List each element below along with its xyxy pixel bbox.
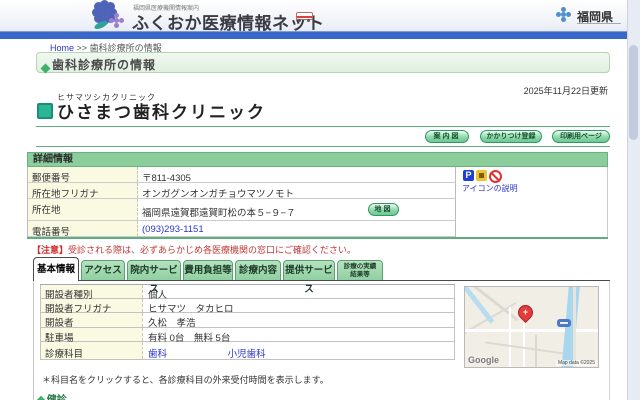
- header-blue-bar: [0, 31, 640, 39]
- print-page-button[interactable]: 印刷用ページ: [552, 130, 610, 143]
- phone-link[interactable]: (093)293-1151: [142, 224, 204, 235]
- row-label: 開設者種別: [41, 285, 143, 301]
- clinic-name: ひさまつ歯科クリニック: [57, 103, 266, 122]
- accessibility-icon: [476, 170, 487, 181]
- map-attribution: Map data ©2025: [555, 360, 597, 366]
- section-diamond-icon: [40, 59, 51, 77]
- site-logo-flower-icon: [93, 8, 119, 31]
- dept-link-dental[interactable]: 歯科: [148, 349, 167, 360]
- tab-provided-services[interactable]: 提供サービス: [283, 260, 335, 295]
- row-label: 所在地: [28, 199, 138, 220]
- row-label: 所在地フリガナ: [28, 183, 138, 200]
- table-row: 診療科目 歯科 小児歯科: [40, 342, 455, 360]
- map-route-badge: [557, 319, 571, 327]
- table-row: 開設者 久松 孝浩: [40, 313, 455, 329]
- map-marker-icon[interactable]: +: [514, 301, 537, 324]
- page: 福岡県医療機関情報案内 ふくおか医療情報ネット 福岡県 Home >> 歯科診療…: [0, 0, 640, 400]
- row-label: 駐車場: [41, 328, 143, 344]
- facility-icons-zone: P アイコンの説明: [455, 167, 608, 237]
- row-value: 〒811-4305: [142, 173, 191, 184]
- basic-info-table: 開設者種別 個人 開設者フリガナ ヒサマツ タカヒロ 開設者 久松 孝浩 駐車場…: [40, 284, 455, 360]
- fukuoka-pref-logo[interactable]: 福岡県: [557, 6, 627, 28]
- divider-line: [36, 146, 610, 147]
- table-row: 郵便番号 〒811-4305: [27, 167, 455, 184]
- table-bottom-border: [27, 237, 608, 239]
- map-road: [573, 287, 576, 367]
- tab-costs[interactable]: 費用負担等: [183, 260, 233, 280]
- tab-access[interactable]: アクセス: [81, 260, 125, 280]
- map-river: [560, 287, 581, 367]
- table-row: 所在地フリガナ オンガグンオンガチョウマツノモト: [27, 183, 455, 200]
- map-button[interactable]: 地図: [368, 203, 399, 216]
- icon-help-link[interactable]: アイコンの説明: [462, 183, 518, 194]
- clinic-square-icon: [37, 103, 53, 119]
- next-section-header: 健診: [36, 391, 67, 400]
- table-row: 開設者種別 個人: [40, 285, 455, 301]
- scrollbar-thumb[interactable]: [629, 45, 638, 140]
- pref-subtext: [577, 23, 621, 24]
- tab-treatment[interactable]: 診療内容: [235, 260, 281, 280]
- divider-line: [36, 126, 610, 127]
- parking-icon: P: [463, 170, 474, 181]
- map-panel[interactable]: + Google Map data ©2025: [464, 286, 599, 368]
- map-road: [509, 307, 511, 367]
- notice-prefix: 【注意】: [32, 245, 69, 255]
- map-road: [485, 341, 565, 355]
- kakaritsuke-register-button[interactable]: かかりつけ登録: [480, 130, 542, 143]
- department-note: ＊科目名をクリックすると、各診療科目の外来受付時間を表示します。: [42, 375, 329, 385]
- row-value: 久松 孝浩: [148, 318, 196, 329]
- page-section-title: 歯科診療所の情報: [52, 58, 157, 72]
- google-logo[interactable]: Google: [468, 355, 499, 365]
- notice-body: 受診される際は、必ずあらかじめ各医療機関の窓口にご確認ください。: [68, 245, 356, 255]
- tab-results[interactable]: 診療の実績 結果等: [337, 260, 383, 280]
- table-row: 開設者フリガナ ヒサマツ タカヒロ: [40, 299, 455, 315]
- map-road: [535, 335, 537, 367]
- site-header: 福岡県医療機関情報案内 ふくおか医療情報ネット 福岡県: [0, 0, 640, 33]
- pref-flower-icon: [561, 12, 566, 17]
- row-label: 郵便番号: [28, 167, 138, 184]
- table-row: 駐車場 有料 0台 無料 5台: [40, 328, 455, 344]
- ambulance-icon: [296, 12, 313, 23]
- map-road: [465, 329, 598, 332]
- table-row: 電話番号 (093)293-1151: [27, 221, 455, 238]
- tab-results-line2: 結果等: [350, 271, 370, 278]
- row-value: オンガグンオンガチョウマツノモト: [142, 189, 295, 200]
- row-label: 電話番号: [28, 221, 138, 238]
- tab-hospital-services[interactable]: 院内サービス: [127, 260, 181, 295]
- updated-date: 2025年11月22日更新: [523, 86, 608, 96]
- row-value: 福岡県遠賀郡遠賀町松の本５−９−７: [142, 208, 296, 219]
- table-row: 所在地 福岡県遠賀郡遠賀町松の本５−９−７ 地図: [27, 199, 455, 221]
- row-label: 診療科目: [41, 342, 143, 360]
- tab-basic-info[interactable]: 基本情報: [33, 257, 79, 281]
- row-label: 開設者: [41, 313, 143, 329]
- next-section-label: 健診: [47, 395, 67, 400]
- details-table-header: 詳細情報: [27, 152, 608, 167]
- tab-results-line1: 診療の実績: [343, 263, 377, 270]
- guide-map-button[interactable]: 案内図: [425, 130, 469, 143]
- no-smoking-icon: [489, 170, 502, 183]
- row-label: 開設者フリガナ: [41, 299, 143, 315]
- dept-link-pediatric-dental[interactable]: 小児歯科: [228, 349, 266, 360]
- section-diamond-icon: [36, 395, 46, 400]
- notice-text: 【注意】受診される際は、必ずあらかじめ各医療機関の窓口にご確認ください。: [32, 243, 356, 256]
